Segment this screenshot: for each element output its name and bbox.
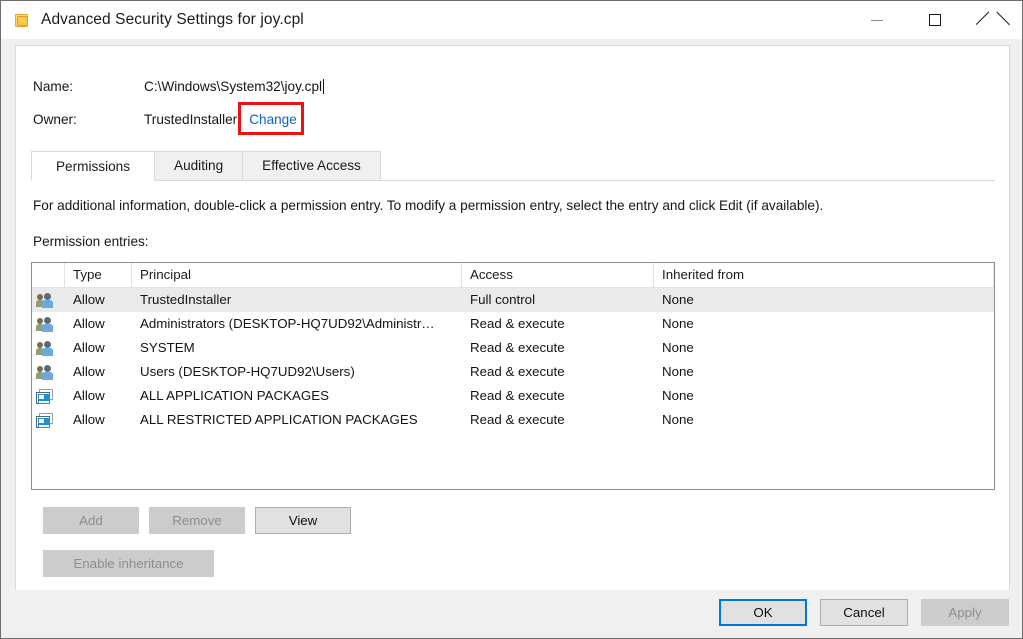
cell-inherited-from: None [662, 364, 694, 379]
add-button[interactable]: Add [43, 507, 139, 534]
user-group-icon [32, 316, 65, 332]
name-value: C:\Windows\System32\joy.cpl [144, 79, 323, 94]
cell-type: Allow [73, 412, 105, 427]
cell-access: Read & execute [470, 316, 565, 331]
cell-type: Allow [73, 292, 105, 307]
owner-label: Owner: [33, 112, 77, 127]
tab-effective-access[interactable]: Effective Access [242, 151, 381, 180]
cell-inherited-from: None [662, 340, 694, 355]
cell-principal: Users (DESKTOP-HQ7UD92\Users) [140, 364, 355, 379]
name-row: Name: C:\Windows\System32\joy.cpl [33, 79, 325, 94]
user-group-icon [32, 364, 65, 380]
column-header-icon[interactable] [32, 263, 65, 288]
cancel-button[interactable]: Cancel [820, 599, 908, 626]
cell-principal: ALL RESTRICTED APPLICATION PACKAGES [140, 412, 418, 427]
user-group-icon [32, 340, 65, 356]
enable-inheritance-button[interactable]: Enable inheritance [43, 550, 214, 577]
cell-principal: Administrators (DESKTOP-HQ7UD92\Administ… [140, 316, 435, 331]
column-header-principal[interactable]: Principal [132, 263, 462, 288]
name-label: Name: [33, 79, 74, 94]
cell-inherited-from: None [662, 388, 694, 403]
tab-strip: Permissions Auditing Effective Access [31, 151, 995, 181]
table-row[interactable]: Allow Administrators (DESKTOP-HQ7UD92\Adm… [32, 312, 994, 336]
cell-principal: ALL APPLICATION PACKAGES [140, 388, 329, 403]
change-owner-wrapper: Change [238, 102, 305, 135]
minimize-icon[interactable] [848, 1, 906, 39]
cell-access: Full control [470, 292, 536, 307]
folder-icon [15, 13, 31, 27]
column-header-type[interactable]: Type [65, 263, 132, 288]
app-package-icon [32, 388, 65, 404]
permission-entries-list[interactable]: Type Principal Access Inherited from All… [31, 262, 995, 490]
advanced-security-settings-window: Advanced Security Settings for joy.cpl N… [0, 0, 1023, 639]
owner-row: Owner: TrustedInstaller Change [33, 102, 305, 135]
cell-inherited-from: None [662, 292, 694, 307]
cell-type: Allow [73, 364, 105, 379]
dialog-footer: OK Cancel Apply [2, 590, 1021, 637]
view-button[interactable]: View [255, 507, 351, 534]
app-package-icon [32, 412, 65, 428]
instructions-text: For additional information, double-click… [33, 198, 824, 213]
tab-auditing[interactable]: Auditing [154, 151, 244, 180]
cell-access: Read & execute [470, 340, 565, 355]
owner-value: TrustedInstaller [144, 112, 238, 127]
remove-button[interactable]: Remove [149, 507, 245, 534]
title-bar: Advanced Security Settings for joy.cpl [1, 1, 1022, 39]
table-row[interactable]: Allow ALL APPLICATION PACKAGES Read & exec… [32, 384, 994, 408]
cell-principal: TrustedInstaller [140, 292, 232, 307]
list-header-row: Type Principal Access Inherited from [32, 263, 994, 288]
cell-access: Read & execute [470, 364, 565, 379]
name-field[interactable]: C:\Windows\System32\joy.cpl [144, 79, 325, 94]
cell-type: Allow [73, 340, 105, 355]
cell-type: Allow [73, 388, 105, 403]
table-row[interactable]: Allow TrustedInstaller Full control None [32, 288, 994, 312]
tab-permissions[interactable]: Permissions [31, 151, 155, 181]
permission-entries-label: Permission entries: [33, 234, 149, 249]
table-row[interactable]: Allow Users (DESKTOP-HQ7UD92\Users) Read &… [32, 360, 994, 384]
cell-type: Allow [73, 316, 105, 331]
cell-access: Read & execute [470, 388, 565, 403]
maximize-icon[interactable] [906, 1, 964, 39]
close-icon[interactable] [964, 1, 1022, 39]
column-header-inherited-from[interactable]: Inherited from [654, 263, 994, 288]
apply-button[interactable]: Apply [921, 599, 1009, 626]
user-group-icon [32, 292, 65, 308]
cell-access: Read & execute [470, 412, 565, 427]
cell-inherited-from: None [662, 316, 694, 331]
change-owner-link[interactable]: Change [247, 111, 299, 128]
table-row[interactable]: Allow ALL RESTRICTED APPLICATION PACKAGES… [32, 408, 994, 432]
table-row[interactable]: Allow SYSTEM Read & execute None [32, 336, 994, 360]
cell-inherited-from: None [662, 412, 694, 427]
list-rows-container: Allow TrustedInstaller Full control None All… [32, 288, 994, 432]
window-controls [848, 1, 1022, 39]
content-panel: Name: C:\Windows\System32\joy.cpl Owner:… [15, 45, 1010, 591]
cell-principal: SYSTEM [140, 340, 195, 355]
window-title: Advanced Security Settings for joy.cpl [41, 11, 304, 28]
column-header-access[interactable]: Access [462, 263, 654, 288]
ok-button[interactable]: OK [719, 599, 807, 626]
text-caret [323, 79, 325, 94]
